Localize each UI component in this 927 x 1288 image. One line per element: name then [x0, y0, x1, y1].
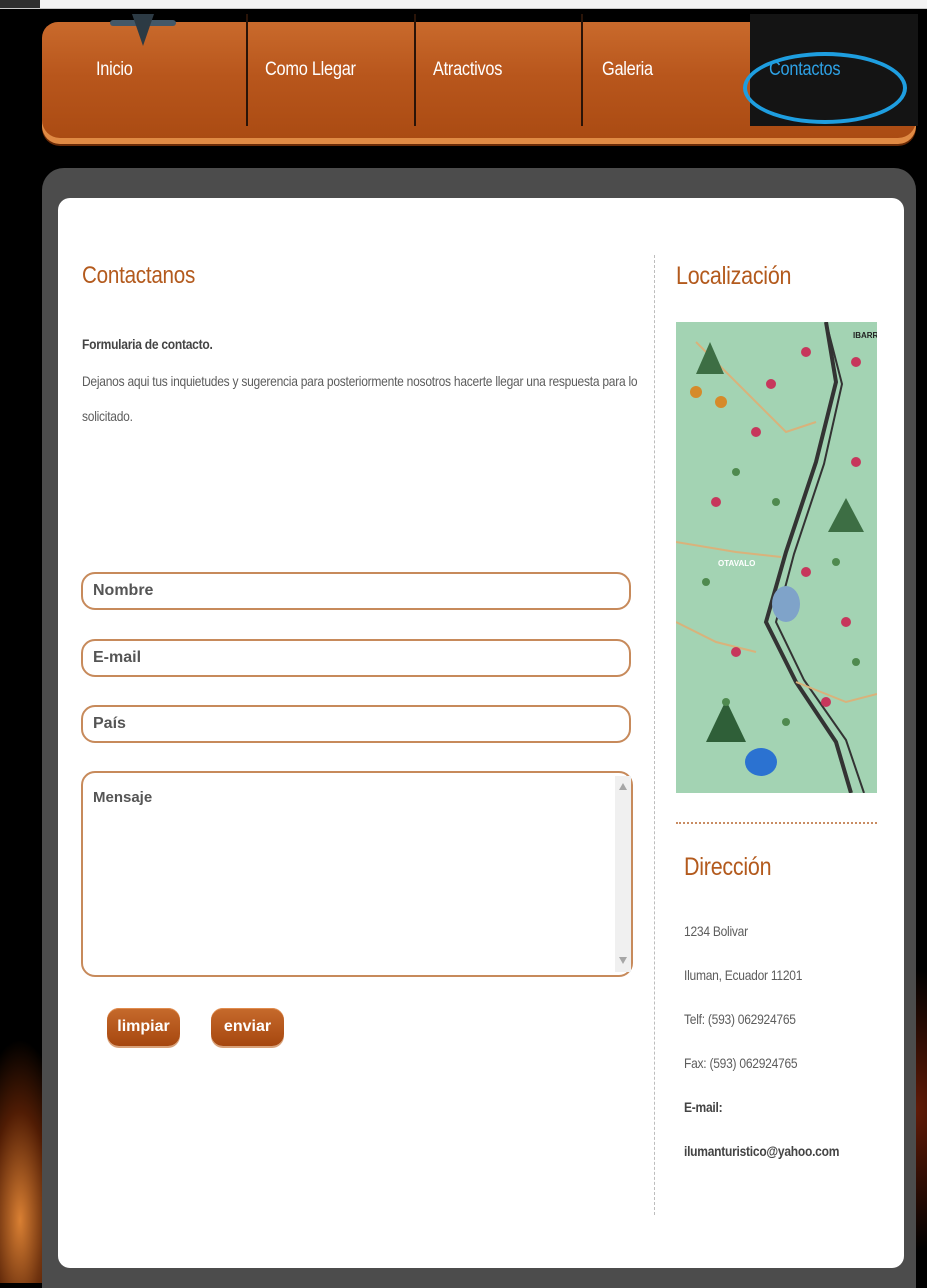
nav-separator: [414, 14, 416, 126]
form-description-continued: solicitado.: [82, 408, 133, 424]
nav-item-atractivos[interactable]: Atractivos: [433, 14, 502, 126]
scroll-down-arrow-icon[interactable]: [619, 957, 627, 964]
nav-item-label: Inicio: [96, 59, 133, 80]
nav-separator: [581, 14, 583, 126]
address-title: Dirección: [684, 853, 772, 881]
phone-text: Telf: (593) 062924765: [684, 1011, 796, 1027]
nav-separator: [246, 14, 248, 126]
form-heading: Formularia de contacto.: [82, 336, 213, 352]
nav-item-como-llegar[interactable]: Como Llegar: [265, 14, 356, 126]
email-label: E-mail:: [684, 1099, 723, 1115]
logo-pin-icon: [132, 14, 154, 46]
message-scrollbar[interactable]: [615, 776, 631, 972]
sidebar-divider: [676, 822, 877, 824]
email-address[interactable]: ilumanturistico@yahoo.com: [684, 1143, 839, 1159]
column-divider: [654, 255, 655, 1215]
address-line1: 1234 Bolivar: [684, 923, 748, 939]
browser-top-strip-dark: [0, 0, 40, 8]
map-illustration: IBARRA OTAVALO: [676, 322, 877, 793]
country-field[interactable]: [81, 705, 631, 743]
nav-item-label: Como Llegar: [265, 59, 356, 80]
browser-top-strip: [0, 0, 927, 9]
address-line2: Iluman, Ecuador 11201: [684, 967, 803, 983]
nav-highlight-circle: [743, 52, 907, 124]
message-field[interactable]: [81, 771, 633, 977]
name-field[interactable]: [81, 572, 631, 610]
contact-title: Contactanos: [82, 262, 196, 289]
map-label-otavalo: OTAVALO: [718, 559, 755, 568]
nav-item-label: Atractivos: [433, 59, 503, 80]
email-field[interactable]: [81, 639, 631, 677]
scroll-up-arrow-icon[interactable]: [619, 783, 627, 790]
location-map[interactable]: IBARRA OTAVALO: [676, 322, 877, 793]
map-label-ibarra: IBARRA: [853, 331, 877, 340]
nav-item-galeria[interactable]: Galeria: [602, 14, 653, 126]
fax-text: Fax: (593) 062924765: [684, 1055, 798, 1071]
clear-button[interactable]: limpiar: [107, 1008, 180, 1046]
form-description: Dejanos aqui tus inquietudes y sugerenci…: [82, 373, 638, 389]
nav-item-label: Galeria: [602, 59, 653, 80]
send-button[interactable]: enviar: [211, 1008, 284, 1046]
location-title: Localización: [676, 262, 792, 290]
nav-item-inicio[interactable]: Inicio: [96, 14, 133, 126]
